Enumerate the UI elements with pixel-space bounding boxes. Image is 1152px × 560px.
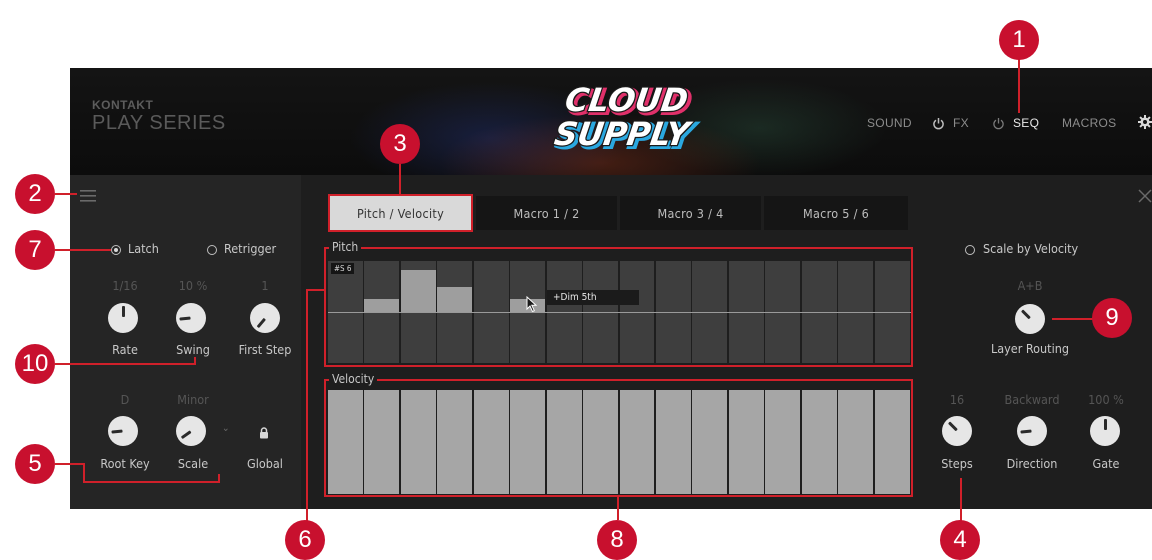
- rate-label: Rate: [112, 342, 138, 357]
- nav-fx[interactable]: FX: [932, 116, 969, 130]
- global-label: Global: [247, 456, 283, 471]
- first-step-value: 1: [261, 278, 269, 293]
- retrigger-radio[interactable]: [207, 245, 217, 255]
- callout-line-5d: [218, 474, 220, 483]
- swing-knob[interactable]: [176, 303, 206, 333]
- callout-line-10a: [55, 363, 196, 365]
- nav-sound-label: SOUND: [867, 116, 912, 130]
- velocity-highlight-box: [324, 379, 913, 497]
- brand-large: PLAY SERIES: [92, 112, 226, 134]
- nav-macros-label: MACROS: [1062, 116, 1117, 130]
- logo-line1: CLOUD: [563, 81, 691, 119]
- power-icon[interactable]: [992, 117, 1005, 130]
- header-bar: KONTAKT PLAY SERIES CLOUD CLOUD SUPPLY S…: [70, 68, 1152, 175]
- callout-line-4: [960, 478, 962, 522]
- tab-macro-5-6[interactable]: Macro 5 / 6: [764, 196, 908, 230]
- callout-6: 6: [285, 520, 325, 560]
- nav-sound[interactable]: SOUND: [867, 116, 912, 130]
- cloud-supply-logo: CLOUD CLOUD SUPPLY SUPPLY: [550, 76, 710, 157]
- close-icon[interactable]: [1138, 188, 1152, 207]
- gate-knob[interactable]: [1090, 416, 1120, 446]
- pitch-highlight-box: [324, 247, 913, 367]
- callout-line-2: [55, 193, 77, 195]
- direction-knob[interactable]: [1017, 416, 1047, 446]
- root-key-label: Root Key: [100, 456, 150, 471]
- gate-value: 100 %: [1088, 392, 1124, 407]
- gate-label: Gate: [1092, 456, 1120, 471]
- scale-knob[interactable]: [176, 416, 206, 446]
- scale-label: Scale: [177, 456, 209, 471]
- steps-knob[interactable]: [942, 416, 972, 446]
- tab-pitch-velocity[interactable]: Pitch / Velocity: [330, 196, 471, 230]
- callout-line-3: [399, 164, 401, 196]
- latch-label: Latch: [128, 241, 159, 256]
- callout-9: 9: [1092, 298, 1132, 338]
- layer-routing-value: A+B: [1017, 278, 1043, 293]
- layer-routing-label: Layer Routing: [991, 341, 1069, 356]
- callout-line-5a: [55, 463, 85, 465]
- gear-icon[interactable]: [1138, 114, 1152, 133]
- nav-seq[interactable]: SEQ: [992, 116, 1039, 130]
- swing-label: Swing: [176, 342, 210, 357]
- direction-value: Backward: [1004, 392, 1060, 407]
- nav-seq-label: SEQ: [1013, 116, 1040, 130]
- callout-5: 5: [15, 444, 55, 484]
- callout-2: 2: [15, 174, 55, 214]
- callout-7: 7: [15, 230, 55, 270]
- callout-line-6a: [306, 289, 326, 291]
- latch-radio[interactable]: [111, 245, 121, 255]
- menu-icon[interactable]: [80, 188, 96, 207]
- callout-10: 10: [15, 344, 55, 384]
- pitch-title: Pitch: [329, 240, 362, 254]
- tab-macro-3-4[interactable]: Macro 3 / 4: [620, 196, 761, 230]
- callout-line-6b: [306, 289, 308, 521]
- callout-line-5b: [83, 463, 85, 483]
- callout-line-10b: [194, 357, 196, 365]
- root-key-knob[interactable]: [108, 416, 138, 446]
- rate-knob[interactable]: [108, 303, 138, 333]
- callout-line-8: [617, 496, 619, 520]
- brand-small: KONTAKT: [92, 98, 154, 112]
- callout-line-1: [1018, 55, 1020, 113]
- power-icon[interactable]: [932, 117, 945, 130]
- velocity-title: Velocity: [329, 372, 378, 386]
- lock-icon[interactable]: [259, 424, 269, 443]
- nav-macros[interactable]: MACROS: [1062, 116, 1116, 130]
- first-step-label: First Step: [238, 342, 292, 357]
- callout-line-5c: [83, 481, 220, 483]
- callout-line-7: [55, 249, 111, 251]
- rate-value: 1/16: [112, 278, 138, 293]
- scale-value: Minor: [177, 392, 209, 407]
- nav-fx-label: FX: [953, 116, 969, 130]
- first-step-knob[interactable]: [250, 303, 280, 333]
- root-key-value: D: [120, 392, 130, 407]
- swing-value: 10 %: [178, 278, 208, 293]
- logo-line2: SUPPLY: [552, 115, 694, 153]
- steps-label: Steps: [941, 456, 973, 471]
- callout-3: 3: [380, 124, 420, 164]
- layer-routing-knob[interactable]: [1015, 304, 1045, 334]
- callout-4: 4: [940, 520, 980, 560]
- direction-label: Direction: [1006, 456, 1058, 471]
- callout-8: 8: [597, 520, 637, 560]
- chevron-down-icon[interactable]: ⌄: [222, 423, 230, 434]
- tab-macro-1-2[interactable]: Macro 1 / 2: [476, 196, 617, 230]
- scale-by-velocity-label: Scale by Velocity: [983, 241, 1079, 256]
- callout-1: 1: [999, 20, 1039, 60]
- retrigger-label: Retrigger: [224, 241, 277, 256]
- steps-value: 16: [949, 392, 965, 407]
- scale-by-velocity-radio[interactable]: [965, 245, 975, 255]
